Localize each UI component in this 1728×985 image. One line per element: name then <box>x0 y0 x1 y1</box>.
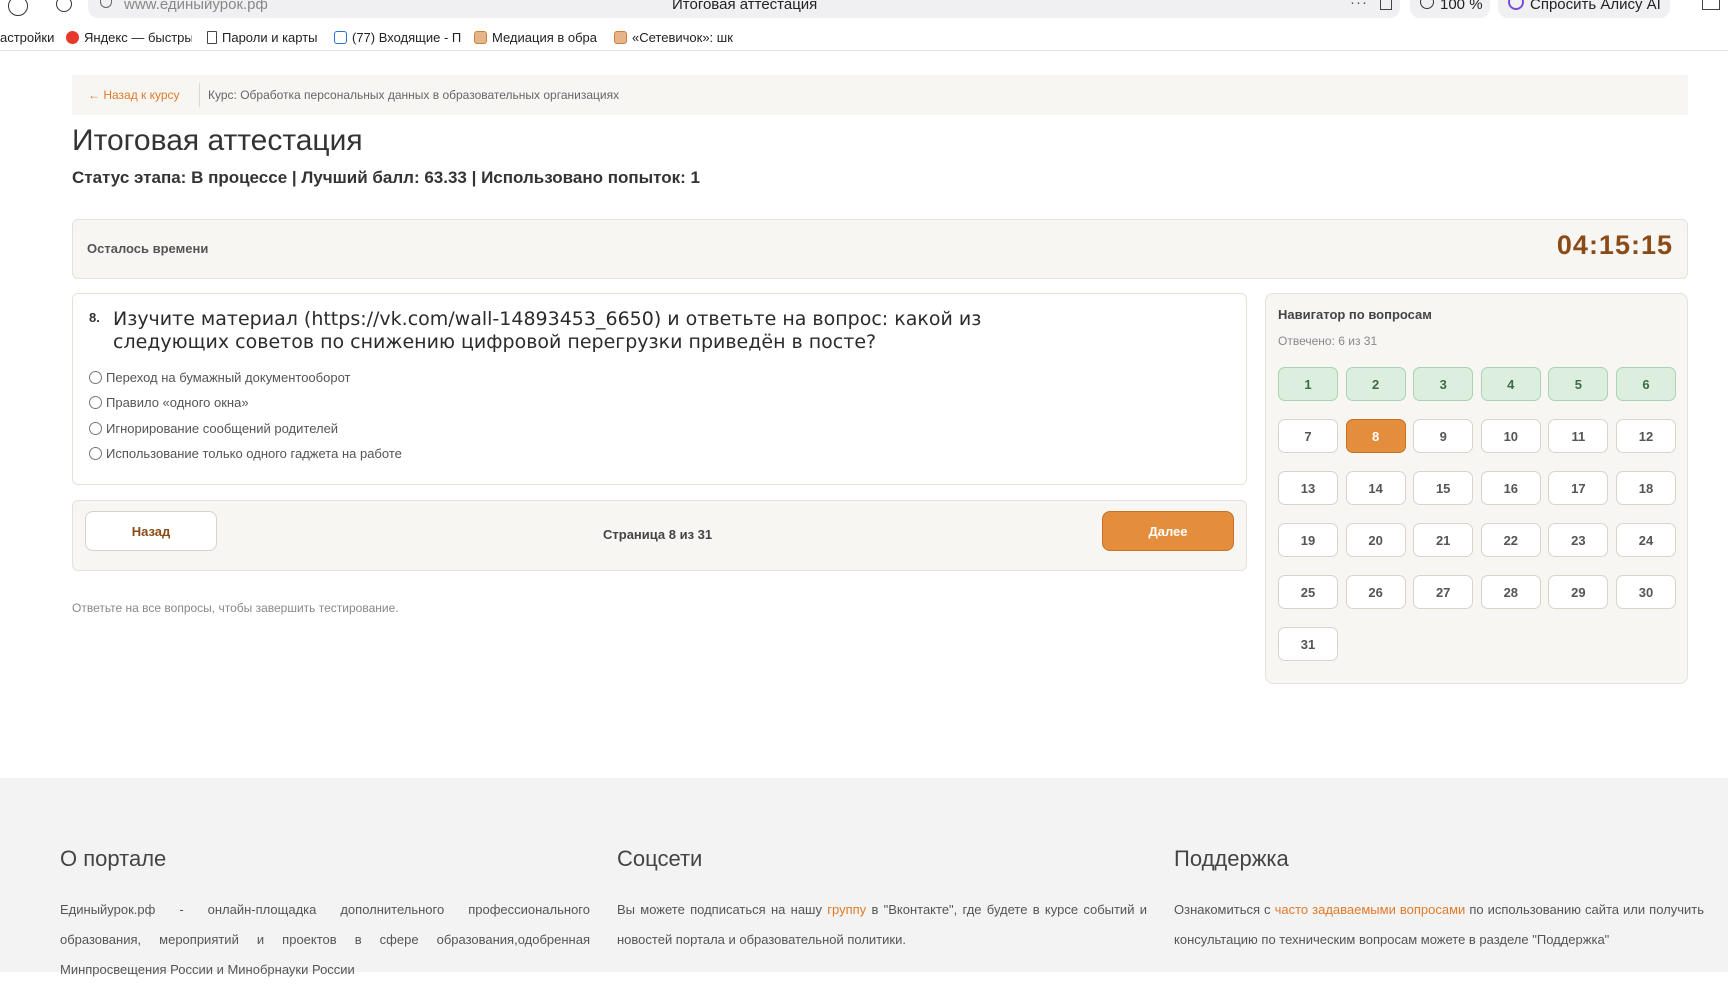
question-nav-button-11[interactable]: 11 <box>1548 419 1609 453</box>
question-nav-button-19[interactable]: 19 <box>1278 523 1338 557</box>
question-nav-button-20[interactable]: 20 <box>1345 523 1406 557</box>
question-nav-button-13[interactable]: 13 <box>1278 471 1338 505</box>
question-nav-button-24[interactable]: 24 <box>1616 523 1676 557</box>
question-nav-button-9[interactable]: 9 <box>1413 419 1474 453</box>
question-nav-button-21[interactable]: 21 <box>1413 523 1474 557</box>
bookmark-item[interactable]: Яндекс — быстрый <box>66 30 192 45</box>
footer-text: Ознакомиться с часто задаваемыми вопроса… <box>1174 902 1705 947</box>
url-text[interactable]: www.единыйурок.рф <box>124 0 268 13</box>
question-nav-button-6[interactable]: 6 <box>1616 367 1676 401</box>
answered-count: Отвечено: 6 из 31 <box>1278 334 1378 348</box>
footer: О портале Единыйурок.рф - онлайн-площадк… <box>0 778 1728 977</box>
bookmark-item[interactable]: (77) Входящие - П <box>334 30 462 45</box>
question-nav-button-27[interactable]: 27 <box>1413 575 1474 609</box>
bookmark-item[interactable]: «Сетевичок»: шк <box>614 30 742 45</box>
answer-option[interactable]: Использование только одного гаджета на р… <box>89 446 402 461</box>
answer-option[interactable]: Игнорирование сообщений родителей <box>89 421 338 436</box>
footer-title: Поддержка <box>1174 846 1289 871</box>
zoom-level: 100 % <box>1440 0 1483 13</box>
stage-status: Статус этапа: В процессе | Лучший балл: … <box>72 168 700 187</box>
timer-label: Осталось времени <box>87 241 209 256</box>
back-to-course-link[interactable]: ← Назад к курсу <box>88 88 180 102</box>
question-nav-button-10[interactable]: 10 <box>1480 419 1541 453</box>
question-nav-button-23[interactable]: 23 <box>1548 523 1609 557</box>
bookmark-item[interactable]: Пароли и карты <box>207 30 325 45</box>
yandex-icon <box>66 31 79 44</box>
question-nav-button-1[interactable]: 1 <box>1278 367 1338 401</box>
question-card: 8. Изучите материал (https://vk.com/wall… <box>72 293 1247 485</box>
back-button[interactable]: Назад <box>85 511 217 551</box>
footer-text: Вы можете подписаться на нашу группу в "… <box>617 902 1147 947</box>
question-nav-button-30[interactable]: 30 <box>1616 575 1676 609</box>
question-nav-button-16[interactable]: 16 <box>1480 471 1541 505</box>
book-icon <box>474 31 487 44</box>
question-nav-button-26[interactable]: 26 <box>1345 575 1406 609</box>
question-nav-button-5[interactable]: 5 <box>1548 367 1609 401</box>
browser-toolbar: www.единыйурок.рф Итоговая аттестация ··… <box>0 0 1728 20</box>
breadcrumb: ← Назад к курсу Курс: Обработка персонал… <box>72 75 1688 115</box>
vk-group-link[interactable]: группу <box>827 902 866 917</box>
bookmark-icon[interactable] <box>1380 0 1392 10</box>
page-title: Итоговая аттестация <box>72 124 363 157</box>
radio-button[interactable] <box>89 447 102 460</box>
question-nav-button-12[interactable]: 12 <box>1616 419 1676 453</box>
radio-button[interactable] <box>89 396 102 409</box>
answer-option[interactable]: Правило «одного окна» <box>89 395 249 410</box>
question-text: Изучите материал (https://vk.com/wall-14… <box>113 308 982 353</box>
book-icon <box>614 31 627 44</box>
question-nav-button-3[interactable]: 3 <box>1413 367 1474 401</box>
question-nav-button-8[interactable]: 8 <box>1345 419 1406 453</box>
question-nav-button-22[interactable]: 22 <box>1480 523 1541 557</box>
document-icon <box>207 31 217 44</box>
question-nav-button-14[interactable]: 14 <box>1345 471 1406 505</box>
pagination-panel: Назад Страница 8 из 31 Далее <box>72 500 1247 571</box>
question-nav-button-28[interactable]: 28 <box>1480 575 1541 609</box>
question-nav-button-18[interactable]: 18 <box>1616 471 1676 505</box>
question-nav-button-31[interactable]: 31 <box>1278 627 1338 661</box>
question-nav-button-29[interactable]: 29 <box>1548 575 1609 609</box>
timer-panel: Осталось времени 04:15:15 <box>72 219 1688 279</box>
footer-title: О портале <box>60 846 167 871</box>
divider <box>0 50 1728 51</box>
alice-label: Спросить Алису AI <box>1530 0 1661 13</box>
next-button[interactable]: Далее <box>1102 511 1234 551</box>
answer-option[interactable]: Переход на бумажный документооборот <box>89 370 350 385</box>
question-navigator: Навигатор по вопросам Отвечено: 6 из 31 … <box>1265 293 1688 684</box>
reload-icon[interactable] <box>56 0 72 12</box>
question-nav-button-15[interactable]: 15 <box>1413 471 1474 505</box>
question-number: 8. <box>89 310 100 325</box>
question-nav-button-7[interactable]: 7 <box>1278 419 1338 453</box>
gift-icon[interactable] <box>1702 0 1720 10</box>
bookmarks-bar: астройки Яндекс — быстрый Пароли и карты… <box>0 26 1728 50</box>
mail-icon <box>334 31 347 44</box>
bookmark-item[interactable]: Медиация в обра <box>474 30 600 45</box>
question-nav-button-4[interactable]: 4 <box>1480 367 1541 401</box>
divider <box>199 83 200 107</box>
timer-value: 04:15:15 <box>1556 230 1673 260</box>
more-icon[interactable]: ··· <box>1350 0 1368 11</box>
radio-button[interactable] <box>89 371 102 384</box>
faq-link[interactable]: часто задаваемыми вопросами <box>1275 902 1466 917</box>
question-nav-button-17[interactable]: 17 <box>1548 471 1609 505</box>
navigator-title: Навигатор по вопросам <box>1278 307 1432 322</box>
course-name: Курс: Обработка персональных данных в об… <box>208 88 620 102</box>
radio-button[interactable] <box>89 422 102 435</box>
yandex-back-icon[interactable] <box>8 0 28 16</box>
page-indicator: Страница 8 из 31 <box>603 527 713 542</box>
question-nav-button-25[interactable]: 25 <box>1278 575 1338 609</box>
question-nav-button-2[interactable]: 2 <box>1345 367 1406 401</box>
bookmark-item[interactable]: астройки <box>0 30 58 45</box>
tab-title: Итоговая аттестация <box>672 0 818 13</box>
footer-title: Соцсети <box>617 846 703 871</box>
completion-hint: Ответьте на все вопросы, чтобы завершить… <box>72 601 399 615</box>
